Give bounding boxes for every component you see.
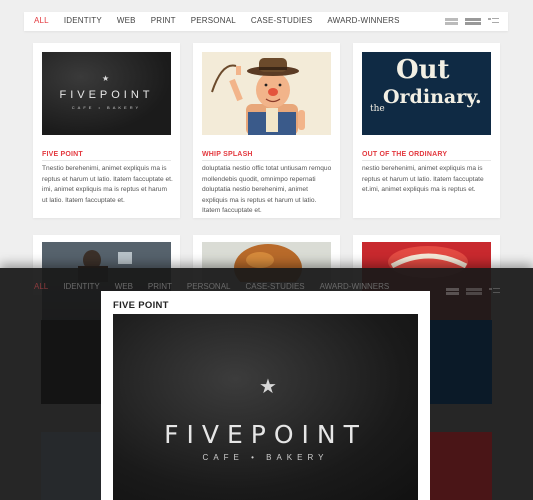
cowboy-illustration [202,52,331,135]
small-grid-icon [446,287,459,296]
card-title[interactable]: OUT OF THE ORDINARY [362,151,447,158]
filter-personal[interactable]: PERSONAL [191,16,236,25]
portfolio-card[interactable]: Out the Ordinary. OUT OF THE ORDINARY ne… [353,43,500,218]
large-grid-icon[interactable] [465,17,481,26]
large-grid-icon [466,287,482,296]
modal-title: FIVE POINT [113,300,169,311]
divider [202,160,331,161]
filter-print[interactable]: PRINT [151,16,176,25]
filter-bar-dimmed: ALL IDENTITY WEB PRINT PERSONAL CASE-STU… [24,282,389,291]
filter-personal: PERSONAL [186,282,231,291]
fivepoint-logo-text: FIVEPOINT [164,420,367,449]
star-icon: ★ [259,376,277,398]
portfolio-card[interactable]: ★ FIVEPOINT CAFE • BAKERY FIVE POINT Tne… [33,43,180,218]
star-icon: ★ [102,74,110,83]
card-description: Tnestio berehenimi, animet expliquis ma … [42,165,173,204]
dimmed-thumbnail [430,320,492,404]
card-title[interactable]: FIVE POINT [42,151,83,158]
ordinary-text-out: Out [396,55,450,85]
filter-identity: IDENTITY [63,282,100,291]
fivepoint-logo-text: FIVEPOINT [59,89,154,101]
view-switcher-dimmed [446,287,500,296]
view-switcher [445,17,499,26]
lightbox-modal: FIVE POINT ★ FIVEPOINT CAFE • BAKERY [101,291,430,500]
card-description: nestio berehenimi, animet expliquis ma i… [362,165,484,193]
filter-identity[interactable]: IDENTITY [64,16,102,25]
filter-award-winners: AWARD-WINNERS [319,282,390,291]
filter-list: ALL IDENTITY WEB PRINT PERSONAL CASE-STU… [34,16,400,25]
filter-award-winners[interactable]: AWARD-WINNERS [327,16,399,25]
list-icon[interactable] [488,17,499,26]
filter-bar: ALL IDENTITY WEB PRINT PERSONAL CASE-STU… [24,12,508,31]
card-thumbnail[interactable]: Out the Ordinary. [362,52,491,135]
dimmed-thumbnail [41,432,101,500]
filter-case-studies[interactable]: CASE-STUDIES [251,16,313,25]
filter-web[interactable]: WEB [117,16,136,25]
filter-all: ALL [34,282,49,291]
card-description: doluptatia nestio offic totat untiusam r… [202,165,332,214]
card-title[interactable]: WHIP SPLASH [202,151,253,158]
divider [42,160,171,161]
modal-image[interactable]: ★ FIVEPOINT CAFE • BAKERY [113,314,418,500]
filter-case-studies: CASE-STUDIES [245,282,305,291]
filter-web: WEB [114,282,133,291]
filter-all[interactable]: ALL [34,16,49,25]
ordinary-text-ordinary: Ordinary. [383,86,482,108]
dimmed-thumbnail [41,320,101,404]
card-thumbnail[interactable] [202,52,331,135]
fivepoint-logo-subtext: CAFE • BAKERY [202,453,329,462]
card-thumbnail[interactable]: ★ FIVEPOINT CAFE • BAKERY [42,52,171,135]
small-grid-icon[interactable] [445,17,458,26]
portfolio-card[interactable]: WHIP SPLASH doluptatia nestio offic tota… [193,43,340,218]
list-icon [489,287,500,296]
divider [362,160,491,161]
dimmed-thumbnail [430,432,492,500]
fivepoint-logo-subtext: CAFE • BAKERY [71,105,142,110]
portfolio-page: ALL IDENTITY WEB PRINT PERSONAL CASE-STU… [0,0,533,500]
filter-print: PRINT [147,282,172,291]
